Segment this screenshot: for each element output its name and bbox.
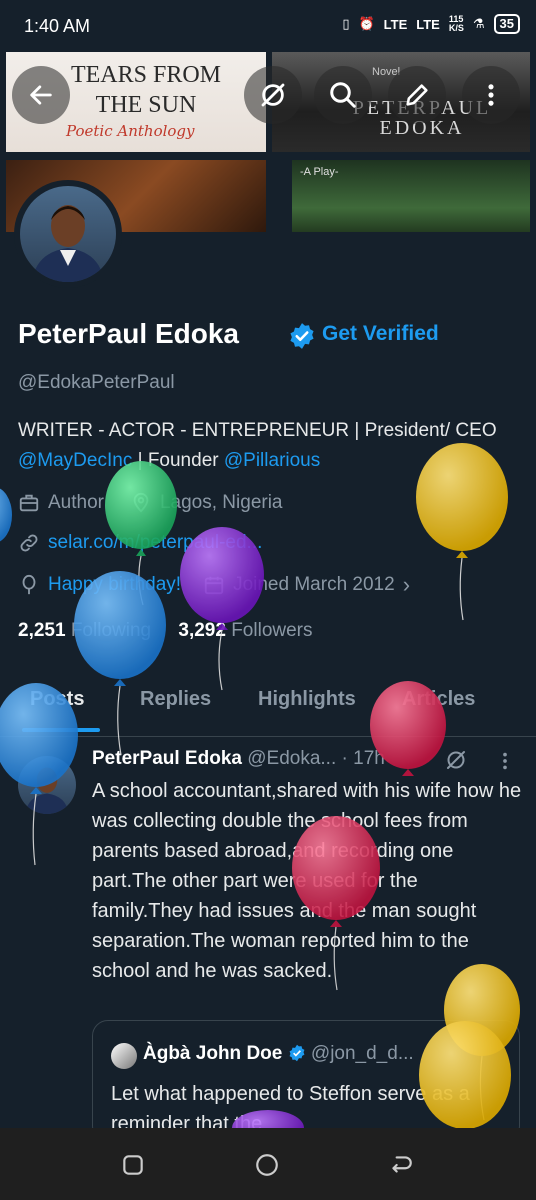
following-label: Following bbox=[70, 620, 152, 641]
more-vertical-icon bbox=[488, 84, 494, 106]
status-icons: ▯ ⏰ LTE LTE 115 K/S ⚗ 35 bbox=[342, 14, 520, 34]
profile-joined: Joined March 2012 bbox=[233, 574, 395, 595]
flask-icon: ⚗ bbox=[472, 16, 485, 31]
banner-book-kicker-4: -A Play- bbox=[300, 166, 339, 178]
followers-count: 3,292 bbox=[178, 620, 226, 641]
tweet-time: · 17h bbox=[341, 748, 385, 769]
nav-back-icon[interactable] bbox=[388, 1152, 414, 1178]
briefcase-icon bbox=[19, 494, 39, 512]
search-icon bbox=[330, 82, 356, 108]
battery-indicator: 35 bbox=[493, 14, 520, 34]
quoted-avatar bbox=[111, 1043, 137, 1069]
home-icon[interactable] bbox=[254, 1152, 280, 1178]
back-button[interactable] bbox=[12, 66, 70, 124]
network-speed: 115 K/S bbox=[448, 14, 464, 33]
signal-lte-2: LTE bbox=[416, 16, 440, 32]
banner-book-subtitle-1: Poetic Anthology bbox=[66, 122, 195, 140]
edit-icon bbox=[406, 84, 428, 106]
tab-highlights[interactable]: Highlights bbox=[258, 688, 356, 711]
balloon-blue-partial bbox=[0, 488, 12, 542]
profile-meta-row-2: selar.co/m/peterpaul-ed... bbox=[18, 532, 262, 554]
profile-meta-row-3: Happy birthday! Joined March 2012 › bbox=[18, 572, 410, 598]
calendar-icon bbox=[204, 576, 224, 595]
grok-icon bbox=[261, 83, 285, 107]
bio-mention-pillarious[interactable]: @Pillarious bbox=[224, 450, 320, 471]
profile-meta-row-1: Author Lagos, Nigeria bbox=[18, 492, 283, 514]
tab-articles[interactable]: Articles bbox=[402, 688, 475, 711]
profile-website-link[interactable]: selar.co/m/peterpaul-ed... bbox=[48, 532, 262, 554]
grok-button[interactable] bbox=[244, 66, 302, 124]
quoted-header: Àgbà John Doe @jon_d_d... bbox=[143, 1043, 414, 1065]
more-button[interactable] bbox=[462, 66, 520, 124]
active-tab-indicator bbox=[22, 728, 100, 732]
profile-stats: 2,251 Following 3,292 Followers bbox=[18, 620, 313, 642]
profile-occupation: Author bbox=[48, 492, 104, 513]
bio-text-1: WRITER - ACTOR - ENTREPRENEUR | Presiden… bbox=[18, 420, 497, 441]
quoted-author: Àgbà John Doe bbox=[143, 1043, 283, 1064]
alarm-icon: ⏰ bbox=[358, 16, 375, 31]
tweet-header: PeterPaul Edoka @Edoka... · 17h bbox=[92, 748, 385, 770]
profile-name: PeterPaul Edoka bbox=[18, 318, 239, 349]
chevron-right-icon[interactable]: › bbox=[403, 572, 410, 598]
following-link[interactable]: 2,251 Following bbox=[18, 620, 151, 641]
tweet-handle[interactable]: @Edoka... bbox=[247, 748, 336, 769]
verified-badge-icon bbox=[289, 1044, 305, 1062]
verified-badge-icon bbox=[290, 323, 314, 349]
quoted-handle: @jon_d_d... bbox=[310, 1043, 414, 1064]
system-nav-bar bbox=[0, 1128, 536, 1200]
profile-avatar[interactable] bbox=[14, 180, 122, 288]
tab-posts[interactable]: Posts bbox=[30, 688, 84, 711]
birthday-text[interactable]: Happy birthday! bbox=[48, 574, 181, 596]
tweet-author[interactable]: PeterPaul Edoka bbox=[92, 748, 242, 769]
edit-button[interactable] bbox=[388, 66, 446, 124]
location-pin-icon bbox=[133, 492, 149, 513]
profile-handle: @EdokaPeterPaul bbox=[18, 372, 175, 393]
get-verified-link[interactable]: Get Verified bbox=[322, 322, 439, 346]
tweet-more-icon[interactable] bbox=[494, 750, 516, 772]
followers-label: Followers bbox=[231, 620, 313, 641]
link-icon bbox=[20, 534, 38, 552]
signal-lte-1: LTE bbox=[383, 16, 408, 32]
back-arrow-icon bbox=[30, 85, 52, 105]
grok-icon[interactable] bbox=[444, 748, 468, 772]
banner-book-cover-4: -A Play- bbox=[292, 160, 530, 232]
banner-book-title-1: TEARS FROM THE SUN bbox=[70, 62, 222, 118]
following-count: 2,251 bbox=[18, 620, 66, 641]
tab-replies[interactable]: Replies bbox=[140, 688, 211, 711]
followers-link[interactable]: 3,292 Followers bbox=[178, 620, 312, 641]
bio-text-2: | Founder bbox=[132, 450, 224, 471]
bio-mention-maydecinc[interactable]: @MayDecInc bbox=[18, 450, 132, 471]
recents-icon[interactable] bbox=[120, 1152, 146, 1178]
profile-location: Lagos, Nigeria bbox=[159, 492, 283, 513]
search-button[interactable] bbox=[314, 66, 372, 124]
tweet-text: A school accountant,shared with his wife… bbox=[92, 780, 522, 982]
quoted-tweet[interactable]: Àgbà John Doe @jon_d_d... Let what happe… bbox=[92, 1020, 520, 1142]
profile-bio: WRITER - ACTOR - ENTREPRENEUR | Presiden… bbox=[18, 416, 523, 476]
status-time: 1:40 AM bbox=[24, 16, 91, 36]
status-bar: 1:40 AM ▯ ⏰ LTE LTE 115 K/S ⚗ 35 bbox=[0, 0, 536, 52]
avatar-photo bbox=[20, 186, 116, 282]
tweet-avatar[interactable] bbox=[18, 756, 76, 814]
vibrate-icon: ▯ bbox=[342, 16, 350, 31]
balloon-icon bbox=[22, 574, 36, 595]
